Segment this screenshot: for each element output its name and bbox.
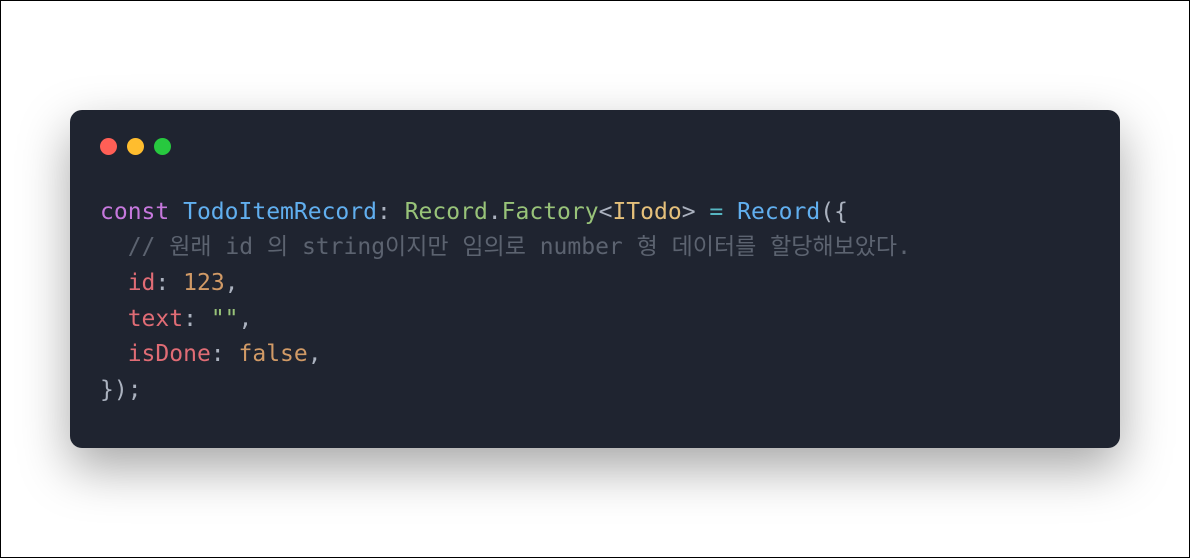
indent	[100, 234, 128, 260]
value-string: ""	[211, 306, 239, 332]
call-record: Record	[737, 199, 820, 225]
punct-openparenbrace: ({	[820, 199, 848, 225]
punct-comma: ,	[308, 341, 322, 367]
indent	[100, 341, 128, 367]
value-bool: false	[239, 341, 308, 367]
code-window: const TodoItemRecord: Record.Factory<ITo…	[70, 110, 1120, 449]
indent	[100, 270, 128, 296]
indent	[100, 306, 128, 332]
punct-gt: >	[682, 199, 696, 225]
comment-line: // 원래 id 의 string이지만 임의로 number 형 데이터를 할…	[128, 234, 911, 260]
punct-dot: .	[488, 199, 502, 225]
punct-colon: :	[377, 199, 391, 225]
punct-comma: ,	[239, 306, 253, 332]
punct-colon: :	[211, 341, 225, 367]
punct-closebraceparen: });	[100, 377, 142, 403]
keyword-const: const	[100, 199, 169, 225]
value-number: 123	[183, 270, 225, 296]
prop-text: text	[128, 306, 183, 332]
type-record: Record	[405, 199, 488, 225]
prop-isdone: isDone	[128, 341, 211, 367]
window-titlebar	[70, 110, 1120, 165]
zoom-icon[interactable]	[154, 138, 171, 155]
op-eq: =	[709, 199, 723, 225]
punct-lt: <	[599, 199, 613, 225]
punct-colon: :	[183, 306, 197, 332]
identifier-todoitemrecord: TodoItemRecord	[183, 199, 377, 225]
punct-comma: ,	[225, 270, 239, 296]
close-icon[interactable]	[100, 138, 117, 155]
code-block: const TodoItemRecord: Record.Factory<ITo…	[70, 165, 1120, 409]
prop-id: id	[128, 270, 156, 296]
punct-colon: :	[155, 270, 169, 296]
type-factory: Factory	[502, 199, 599, 225]
minimize-icon[interactable]	[127, 138, 144, 155]
type-itodo: ITodo	[612, 199, 681, 225]
